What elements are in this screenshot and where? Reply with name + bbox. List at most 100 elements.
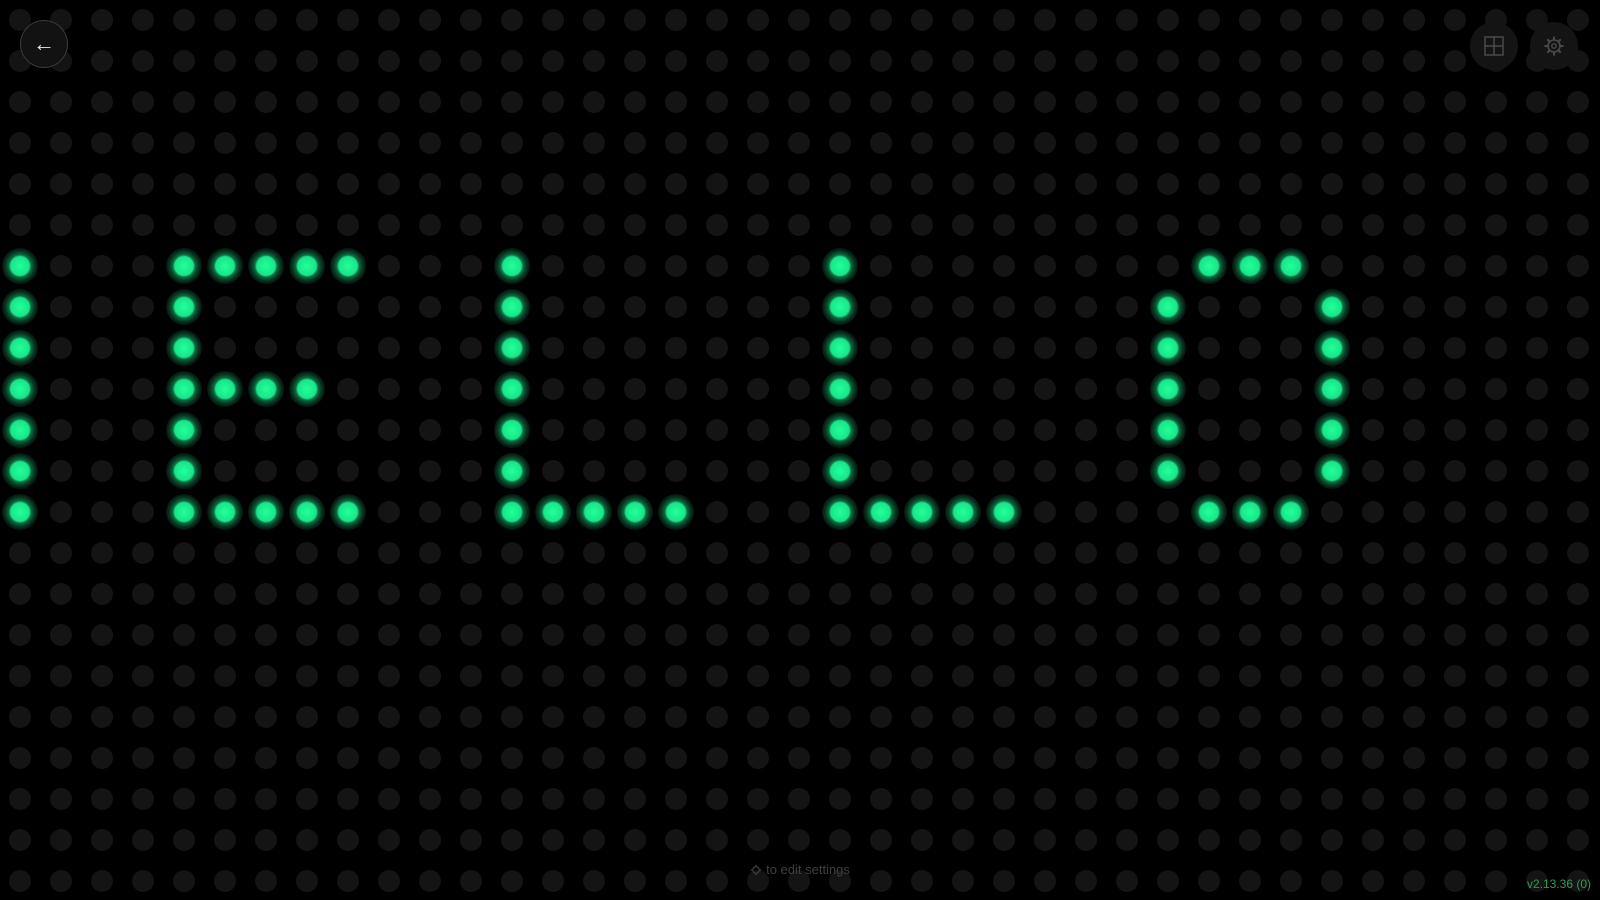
back-button[interactable]: ←: [20, 20, 68, 68]
led-dot-off: [542, 829, 564, 851]
led-dot-off: [624, 706, 646, 728]
led-dot-off: [1485, 788, 1507, 810]
led-dot-off: [173, 624, 195, 646]
led-dot-off: [9, 173, 31, 195]
led-dot-off: [1198, 788, 1220, 810]
led-dot-on: [822, 453, 858, 489]
led-dot-off: [91, 50, 113, 72]
led-dot-off: [460, 91, 482, 113]
led-dot-off: [460, 583, 482, 605]
led-dot-off: [665, 50, 687, 72]
led-dot-off: [1198, 173, 1220, 195]
led-dot-off: [1526, 583, 1548, 605]
led-dot-off: [378, 829, 400, 851]
led-dot-off: [1485, 173, 1507, 195]
led-dot-off: [911, 255, 933, 277]
led-dot-off: [419, 706, 441, 728]
led-dot-off: [1444, 829, 1466, 851]
led-dot-off: [1198, 214, 1220, 236]
led-dot-off: [1567, 255, 1589, 277]
led-dot-off: [788, 706, 810, 728]
led-dot-off: [1075, 91, 1097, 113]
led-dot-off: [624, 378, 646, 400]
led-dot-off: [460, 747, 482, 769]
led-dot-off: [747, 214, 769, 236]
led-dot-off: [624, 9, 646, 31]
led-dot-off: [1198, 132, 1220, 154]
settings-button[interactable]: [1530, 22, 1578, 70]
settings-hint: to edit settings: [0, 862, 1600, 877]
grid-button[interactable]: [1470, 22, 1518, 70]
led-dot-off: [1567, 337, 1589, 359]
led-dot-on: [617, 494, 653, 530]
led-dot-on: [1314, 453, 1350, 489]
led-dot-off: [788, 583, 810, 605]
led-dot-off: [542, 337, 564, 359]
led-dot-off: [1321, 132, 1343, 154]
led-dot-off: [1116, 706, 1138, 728]
led-dot-off: [542, 542, 564, 564]
led-dot-off: [870, 624, 892, 646]
led-dot-off: [132, 378, 154, 400]
led-dot-off: [1116, 788, 1138, 810]
led-dot-on: [166, 494, 202, 530]
led-dot-off: [296, 419, 318, 441]
led-dot-off: [829, 829, 851, 851]
led-dot-off: [1362, 296, 1384, 318]
led-dot-off: [1157, 91, 1179, 113]
led-dot-off: [665, 132, 687, 154]
led-dot-off: [1403, 665, 1425, 687]
led-dot-off: [501, 50, 523, 72]
led-dot-off: [583, 50, 605, 72]
led-dot-off: [1321, 747, 1343, 769]
led-dot-on: [166, 412, 202, 448]
led-dot-off: [542, 255, 564, 277]
led-dot-off: [1280, 829, 1302, 851]
led-dot-off: [1198, 460, 1220, 482]
led-dot-off: [132, 132, 154, 154]
led-dot-on: [207, 494, 243, 530]
led-dot-off: [337, 788, 359, 810]
led-dot-off: [255, 50, 277, 72]
led-dot-off: [747, 460, 769, 482]
led-dot-off: [1444, 419, 1466, 441]
led-dot-off: [173, 542, 195, 564]
led-dot-off: [665, 624, 687, 646]
led-dot-on: [207, 248, 243, 284]
led-dot-off: [1444, 624, 1466, 646]
led-dot-off: [296, 460, 318, 482]
led-dot-off: [419, 9, 441, 31]
led-dot-off: [1362, 255, 1384, 277]
led-dot-off: [1362, 624, 1384, 646]
led-dot-off: [132, 91, 154, 113]
led-dot-off: [132, 747, 154, 769]
led-dot-off: [214, 337, 236, 359]
led-dot-off: [788, 419, 810, 441]
led-dot-off: [583, 337, 605, 359]
led-dot-off: [1526, 747, 1548, 769]
led-dot-off: [911, 9, 933, 31]
led-dot-off: [214, 214, 236, 236]
led-dot-off: [296, 665, 318, 687]
led-dot-off: [747, 173, 769, 195]
led-dot-off: [1403, 255, 1425, 277]
led-dot-off: [378, 788, 400, 810]
led-dot-off: [1321, 501, 1343, 523]
led-dot-off: [255, 91, 277, 113]
led-dot-off: [1526, 419, 1548, 441]
led-dot-off: [1403, 296, 1425, 318]
led-dot-off: [788, 624, 810, 646]
led-dot-off: [870, 214, 892, 236]
led-dot-off: [296, 624, 318, 646]
led-dot-off: [911, 214, 933, 236]
led-dot-off: [50, 747, 72, 769]
led-dot-off: [460, 665, 482, 687]
led-dot-off: [1362, 378, 1384, 400]
led-dot-off: [1321, 214, 1343, 236]
led-dot-off: [870, 91, 892, 113]
led-dot-off: [829, 9, 851, 31]
led-dot-off: [255, 296, 277, 318]
led-dot-off: [911, 173, 933, 195]
led-dot-on: [945, 494, 981, 530]
led-dot-on: [248, 248, 284, 284]
